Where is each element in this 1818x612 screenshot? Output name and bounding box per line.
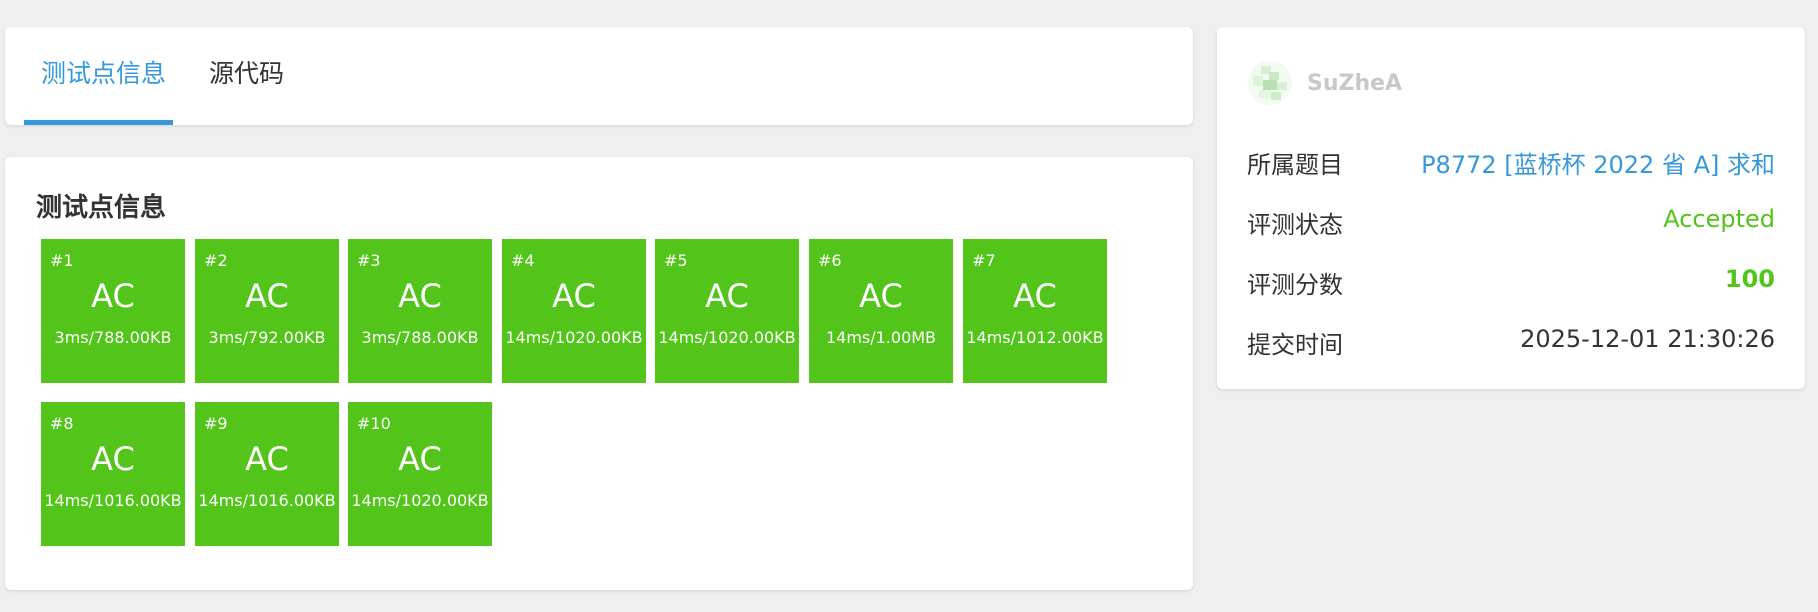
- testcase-tile[interactable]: #1 AC 3ms/788.00KB: [41, 239, 185, 383]
- testcase-status: AC: [91, 277, 135, 315]
- testcase-detail: 14ms/1016.00KB: [198, 491, 336, 510]
- testcase-number: #5: [664, 251, 688, 270]
- testcase-detail: 14ms/1016.00KB: [44, 491, 182, 510]
- username-link[interactable]: SuZheA: [1307, 71, 1402, 96]
- status-label: 评测状态: [1247, 211, 1343, 239]
- testcase-detail: 14ms/1.00MB: [825, 328, 937, 347]
- testcase-number: #8: [50, 414, 74, 433]
- tab-testcase-info[interactable]: 测试点信息: [41, 59, 166, 89]
- status-value: Accepted: [1663, 205, 1775, 233]
- section-title: 测试点信息: [36, 193, 167, 223]
- problem-link[interactable]: P8772 [蓝桥杯 2022 省 A] 求和: [1421, 145, 1775, 180]
- testcase-detail: 14ms/1020.00KB: [658, 328, 796, 347]
- testcase-tile[interactable]: #3 AC 3ms/788.00KB: [348, 239, 492, 383]
- testcase-panel: 测试点信息 #1 AC 3ms/788.00KB #2 AC 3ms/792.0…: [5, 157, 1193, 590]
- testcase-detail: 14ms/1012.00KB: [966, 328, 1104, 347]
- tab-source-code[interactable]: 源代码: [209, 59, 284, 89]
- testcase-detail: 3ms/792.00KB: [208, 328, 326, 347]
- testcase-detail: 3ms/788.00KB: [54, 328, 172, 347]
- info-row-score: 评测分数 100: [1247, 265, 1775, 299]
- testcase-tile[interactable]: #6 AC 14ms/1.00MB: [809, 239, 953, 383]
- time-label: 提交时间: [1247, 331, 1343, 359]
- testcase-tile[interactable]: #7 AC 14ms/1012.00KB: [963, 239, 1107, 383]
- score-value: 100: [1724, 265, 1775, 293]
- submit-time-value: 2025-12-01 21:30:26: [1520, 325, 1775, 353]
- testcase-tile[interactable]: #5 AC 14ms/1020.00KB: [655, 239, 799, 383]
- testcase-status: AC: [245, 440, 289, 478]
- testcase-tile[interactable]: #2 AC 3ms/792.00KB: [195, 239, 339, 383]
- testcase-number: #4: [511, 251, 535, 270]
- testcase-status: AC: [398, 440, 442, 478]
- testcase-status: AC: [398, 277, 442, 315]
- testcase-number: #2: [204, 251, 228, 270]
- score-label: 评测分数: [1247, 271, 1343, 299]
- testcase-detail: 3ms/788.00KB: [361, 328, 479, 347]
- avatar-image: [1248, 61, 1292, 105]
- testcase-tile[interactable]: #10 AC 14ms/1020.00KB: [348, 402, 492, 546]
- info-row-time: 提交时间 2025-12-01 21:30:26: [1247, 325, 1775, 359]
- tabs-card: 测试点信息 源代码: [5, 27, 1193, 125]
- testcase-number: #6: [818, 251, 842, 270]
- testcase-status: AC: [245, 277, 289, 315]
- problem-label: 所属题目: [1247, 151, 1343, 179]
- active-tab-indicator: [24, 120, 173, 125]
- testcase-status: AC: [552, 277, 596, 315]
- testcase-status: AC: [91, 440, 135, 478]
- testcase-tile[interactable]: #4 AC 14ms/1020.00KB: [502, 239, 646, 383]
- testcase-tile[interactable]: #9 AC 14ms/1016.00KB: [195, 402, 339, 546]
- testcase-detail: 14ms/1020.00KB: [505, 328, 643, 347]
- testcase-tile[interactable]: #8 AC 14ms/1016.00KB: [41, 402, 185, 546]
- testcase-number: #10: [357, 414, 391, 433]
- testcase-number: #3: [357, 251, 381, 270]
- info-row-problem: 所属题目 P8772 [蓝桥杯 2022 省 A] 求和: [1247, 145, 1775, 180]
- testcase-status: AC: [705, 277, 749, 315]
- testcase-status: AC: [859, 277, 903, 315]
- testcase-number: #7: [972, 251, 996, 270]
- user-avatar[interactable]: [1247, 60, 1293, 106]
- testcase-status: AC: [1013, 277, 1057, 315]
- testcase-detail: 14ms/1020.00KB: [351, 491, 489, 510]
- info-row-status: 评测状态 Accepted: [1247, 205, 1775, 239]
- testcase-number: #9: [204, 414, 228, 433]
- submission-info-card: SuZheA 所属题目 P8772 [蓝桥杯 2022 省 A] 求和 评测状态…: [1217, 27, 1805, 389]
- testcase-number: #1: [50, 251, 74, 270]
